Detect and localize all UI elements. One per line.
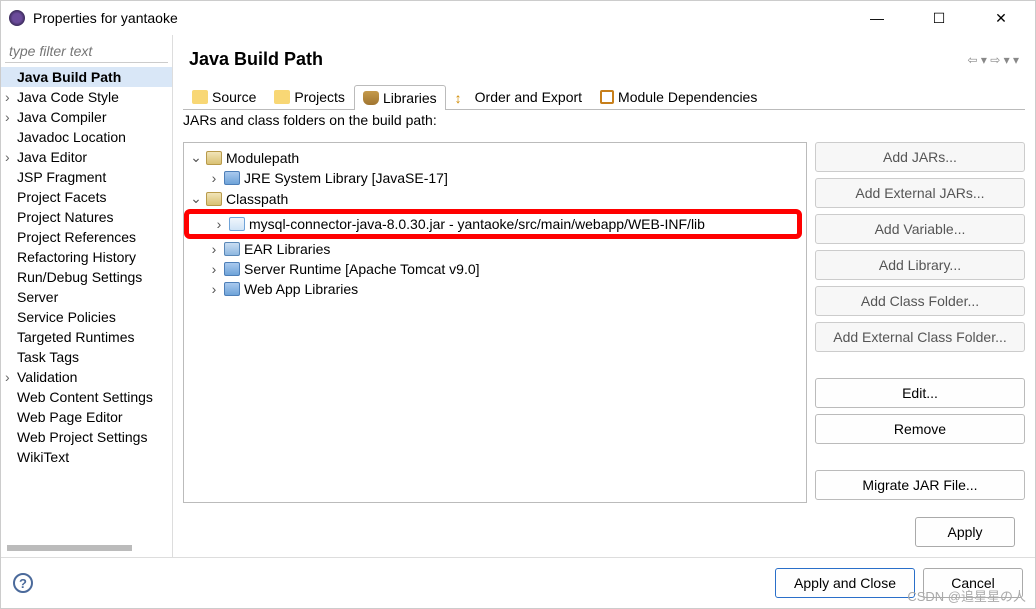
tree-node-classpath[interactable]: ⌄Classpath [184,188,806,209]
tree-node-mysql-connector[interactable]: ›mysql-connector-java-8.0.30.jar - yanta… [184,209,802,239]
help-icon[interactable]: ? [13,573,33,593]
sidebar-item-jsp-fragment[interactable]: JSP Fragment [1,167,172,187]
sidebar-item-web-page-editor[interactable]: Web Page Editor [1,407,172,427]
tabs: Source Projects Libraries Order and Expo… [183,84,1025,110]
sidebar-item-java-compiler[interactable]: Java Compiler [1,107,172,127]
jar-file-icon [229,217,245,231]
library-icon [224,171,240,185]
edit-button[interactable]: Edit... [815,378,1025,408]
sidebar-item-web-project-settings[interactable]: Web Project Settings [1,427,172,447]
apply-button[interactable]: Apply [915,517,1015,547]
description: JARs and class folders on the build path… [183,110,1025,134]
library-tree[interactable]: ⌄Modulepath ›JRE System Library [JavaSE-… [183,142,807,503]
sidebar-item-refactoring-history[interactable]: Refactoring History [1,247,172,267]
remove-button[interactable]: Remove [815,414,1025,444]
library-icon [224,262,240,276]
collapse-icon[interactable]: ⌄ [190,149,202,166]
tree-node-jre[interactable]: ›JRE System Library [JavaSE-17] [184,168,806,188]
window-title: Properties for yantaoke [33,10,855,26]
tree-node-ear-libraries[interactable]: ›EAR Libraries [184,239,806,259]
sidebar-item-web-content-settings[interactable]: Web Content Settings [1,387,172,407]
apply-close-button[interactable]: Apply and Close [775,568,915,598]
add-external-class-folder-button[interactable]: Add External Class Folder... [815,322,1025,352]
folder-icon [192,90,208,104]
sidebar-item-wikitext[interactable]: WikiText [1,447,172,467]
tab-order-export[interactable]: Order and Export [446,84,591,109]
expand-icon[interactable]: › [208,281,220,297]
sidebar-item-project-references[interactable]: Project References [1,227,172,247]
tree-node-server-runtime[interactable]: ›Server Runtime [Apache Tomcat v9.0] [184,259,806,279]
tab-libraries[interactable]: Libraries [354,85,446,110]
category-list: Java Build Path Java Code Style Java Com… [1,67,172,543]
maximize-button[interactable]: ☐ [917,3,961,33]
module-icon [600,90,614,104]
add-external-jars-button[interactable]: Add External JARs... [815,178,1025,208]
app-icon [9,10,25,26]
sidebar-item-service-policies[interactable]: Service Policies [1,307,172,327]
add-library-button[interactable]: Add Library... [815,250,1025,280]
migrate-jar-button[interactable]: Migrate JAR File... [815,470,1025,500]
filter-input[interactable] [5,39,168,63]
tab-source[interactable]: Source [183,84,265,109]
sidebar: Java Build Path Java Code Style Java Com… [1,35,173,557]
minimize-button[interactable]: — [855,3,899,33]
tab-module-dependencies[interactable]: Module Dependencies [591,84,766,109]
sidebar-item-javadoc-location[interactable]: Javadoc Location [1,127,172,147]
add-variable-button[interactable]: Add Variable... [815,214,1025,244]
expand-icon[interactable]: › [213,216,225,232]
expand-icon[interactable]: › [208,241,220,257]
library-icon [224,242,240,256]
sidebar-item-targeted-runtimes[interactable]: Targeted Runtimes [1,327,172,347]
jar-icon [363,91,379,105]
nav-arrows[interactable]: ⇦ ▾ ⇨ ▾ ▾ [967,53,1019,67]
expand-icon[interactable]: › [208,170,220,186]
sort-icon [455,90,471,104]
page-title: Java Build Path [189,49,967,70]
package-icon [206,151,222,165]
expand-icon[interactable]: › [208,261,220,277]
watermark: CSDN @追星星の人 [907,586,1026,605]
add-class-folder-button[interactable]: Add Class Folder... [815,286,1025,316]
add-jars-button[interactable]: Add JARs... [815,142,1025,172]
sidebar-item-java-editor[interactable]: Java Editor [1,147,172,167]
scrollbar[interactable] [7,545,132,551]
tab-projects[interactable]: Projects [265,84,354,109]
sidebar-item-project-facets[interactable]: Project Facets [1,187,172,207]
library-icon [224,282,240,296]
collapse-icon[interactable]: ⌄ [190,190,202,207]
sidebar-item-java-build-path[interactable]: Java Build Path [1,67,172,87]
sidebar-item-run-debug-settings[interactable]: Run/Debug Settings [1,267,172,287]
sidebar-item-java-code-style[interactable]: Java Code Style [1,87,172,107]
close-button[interactable]: ✕ [979,3,1023,33]
tree-node-modulepath[interactable]: ⌄Modulepath [184,147,806,168]
tree-node-web-app-libraries[interactable]: ›Web App Libraries [184,279,806,299]
sidebar-item-project-natures[interactable]: Project Natures [1,207,172,227]
sidebar-item-validation[interactable]: Validation [1,367,172,387]
titlebar: Properties for yantaoke — ☐ ✕ [1,1,1035,35]
package-icon [206,192,222,206]
sidebar-item-task-tags[interactable]: Task Tags [1,347,172,367]
folder-icon [274,90,290,104]
sidebar-item-server[interactable]: Server [1,287,172,307]
